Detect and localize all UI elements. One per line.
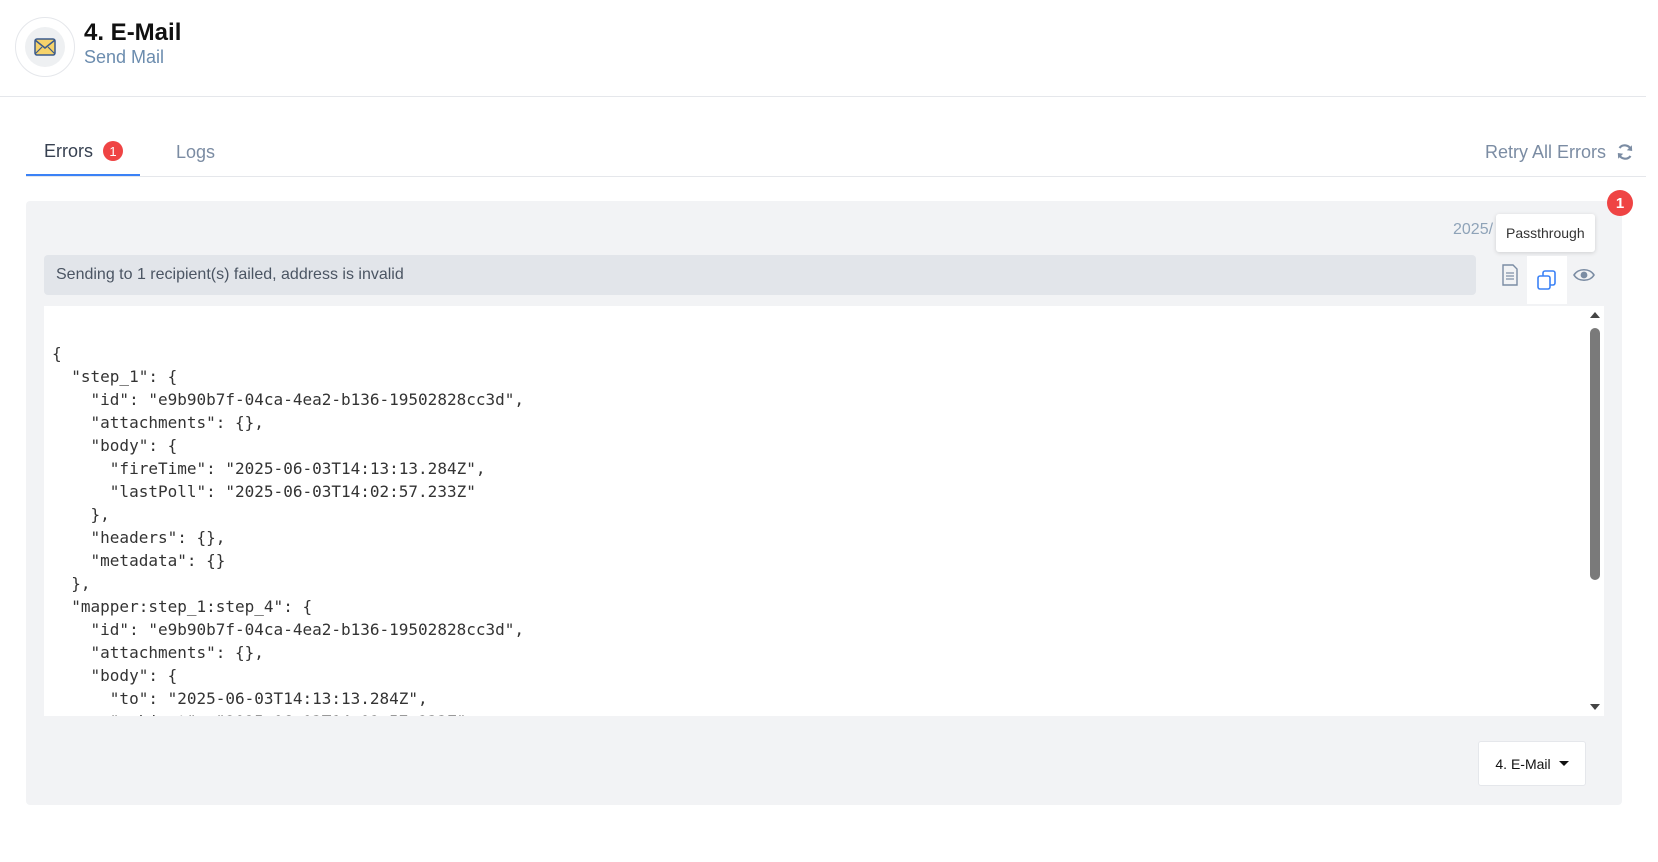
payload-line: }, bbox=[71, 574, 91, 593]
payload-line: "body": { bbox=[90, 666, 178, 685]
payload-line: "body": { bbox=[90, 436, 178, 455]
tab-errors-label: Errors bbox=[44, 140, 93, 161]
flow-step-logo bbox=[15, 17, 75, 77]
scrollbar-thumb[interactable] bbox=[1590, 328, 1600, 580]
page-subtitle: Send Mail bbox=[84, 47, 165, 67]
payload-line: "mapper:step_1:step_4": { bbox=[71, 597, 313, 616]
error-message: Sending to 1 recipient(s) failed, addres… bbox=[44, 255, 1476, 295]
tab-errors[interactable]: Errors 1 bbox=[26, 128, 140, 176]
page-title: 4. E-Mail bbox=[84, 19, 182, 46]
payload-line: "step_1": { bbox=[71, 367, 178, 386]
scroll-down-arrow[interactable] bbox=[1590, 704, 1600, 710]
document-icon bbox=[1502, 264, 1518, 286]
payload-line: "metadata": {} bbox=[90, 551, 226, 570]
retry-all-errors-button[interactable]: Retry All Errors bbox=[1485, 128, 1634, 176]
logo-inner bbox=[25, 27, 65, 67]
retry-all-label: Retry All Errors bbox=[1484, 141, 1606, 162]
errors-count-badge: 1 bbox=[103, 141, 123, 161]
error-card-count-badge: 1 bbox=[1607, 190, 1633, 216]
tab-bar: Errors 1 Logs Retry All Errors bbox=[26, 128, 1646, 177]
payload-line: "id": "e9b90b7f-04ca-4ea2-b136-19502828c… bbox=[90, 390, 525, 409]
payload-line: "headers": {}, bbox=[90, 528, 226, 547]
payload-line: "fireTime": "2025-06-03T14:13:13.284Z", bbox=[109, 459, 486, 478]
page-header: 4. E-Mail Send Mail bbox=[0, 0, 1646, 97]
payload-line: "attachments": {}, bbox=[90, 413, 264, 432]
payload-viewer[interactable]: { "step_1": { "id": "e9b90b7f-04ca-4ea2-… bbox=[44, 306, 1604, 716]
step-select-dropdown[interactable]: 4. E-Mail bbox=[1478, 741, 1586, 786]
refresh-icon bbox=[1617, 144, 1633, 160]
payload-line: "to": "2025-06-03T14:13:13.284Z", bbox=[109, 689, 428, 708]
scroll-up-arrow[interactable] bbox=[1590, 312, 1600, 318]
tab-logs-label: Logs bbox=[176, 141, 216, 162]
payload-line: }, bbox=[90, 505, 110, 524]
passthrough-tooltip: Passthrough bbox=[1496, 214, 1595, 252]
passthrough-button[interactable] bbox=[1527, 256, 1567, 304]
view-document-button[interactable] bbox=[1493, 258, 1527, 292]
error-date-visible: 2025/ bbox=[1453, 221, 1494, 238]
payload-line: "subject": "2025-06-03T14:02:57.233Z" bbox=[52, 712, 466, 716]
tab-logs[interactable]: Logs bbox=[158, 128, 233, 176]
payload-line: "attachments": {}, bbox=[90, 643, 264, 662]
payload-line: "id": "e9b90b7f-04ca-4ea2-b136-19502828c… bbox=[90, 620, 525, 639]
eye-icon bbox=[1573, 268, 1595, 282]
copy-icon bbox=[1537, 270, 1556, 290]
preview-button[interactable] bbox=[1567, 258, 1601, 292]
payload-line: "lastPoll": "2025-06-03T14:02:57.233Z" bbox=[109, 482, 476, 501]
caret-down-icon bbox=[1558, 761, 1569, 766]
payload-json: { "step_1": { "id": "e9b90b7f-04ca-4ea2-… bbox=[52, 342, 524, 716]
envelope-icon bbox=[34, 38, 56, 56]
payload-line: { bbox=[52, 344, 62, 363]
step-select-value: 4. E-Mail bbox=[1495, 755, 1551, 772]
payload-scrollbar[interactable] bbox=[1586, 306, 1604, 716]
